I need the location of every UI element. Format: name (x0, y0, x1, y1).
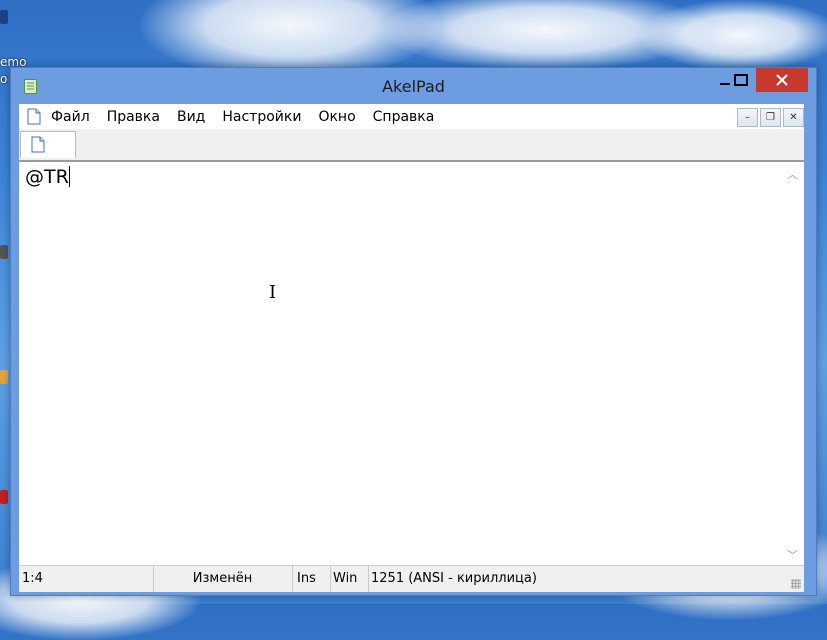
status-insert-mode[interactable]: Ins (294, 566, 331, 592)
resize-grip-icon[interactable] (791, 579, 801, 589)
window-title: AkelPad (382, 77, 445, 96)
document-tab[interactable] (20, 131, 76, 158)
document-icon[interactable] (27, 108, 41, 125)
desktop-icon[interactable] (0, 245, 8, 259)
scroll-up-icon[interactable]: ︿ (787, 166, 798, 182)
minimize-icon: – (745, 112, 750, 123)
status-modified: Изменён (153, 566, 293, 592)
restore-icon: ❐ (766, 112, 775, 123)
editor-content-line: @TR (25, 166, 70, 188)
desktop-icon-label: o (0, 72, 8, 86)
status-caret-position[interactable]: 1:4 (19, 566, 154, 592)
mdi-minimize-button[interactable]: – (737, 108, 758, 127)
status-encoding[interactable]: 1251 (ANSI - кириллица) (368, 566, 671, 592)
menu-file[interactable]: Файл (51, 109, 90, 125)
title-bar[interactable]: AkelPad (11, 68, 816, 104)
menu-settings[interactable]: Настройки (222, 109, 301, 125)
status-bar: 1:4 Изменён Ins Win 1251 (ANSI - кирилли… (19, 565, 804, 592)
sky-cloud (640, 0, 827, 70)
window-close-button[interactable] (756, 68, 808, 92)
text-editor[interactable]: @TR I ︿ ﹀ (19, 160, 804, 567)
close-icon (776, 74, 788, 86)
desktop-icon[interactable] (0, 370, 8, 384)
menu-window[interactable]: Окно (318, 109, 355, 125)
akelpad-window: AkelPad Файл Правка Вид Настройки Окно С… (10, 67, 817, 596)
document-icon (31, 136, 45, 153)
mdi-close-button[interactable]: ✕ (783, 108, 804, 127)
menu-help[interactable]: Справка (373, 109, 435, 125)
mdi-controls: – ❐ ✕ (737, 108, 804, 127)
ibeam-cursor-icon: I (269, 282, 277, 303)
close-icon: ✕ (789, 112, 798, 123)
menu-bar: Файл Правка Вид Настройки Окно Справка –… (19, 104, 804, 129)
status-newline-format[interactable]: Win (330, 566, 369, 592)
text-caret (68, 166, 70, 187)
mdi-restore-button[interactable]: ❐ (760, 108, 781, 127)
scroll-down-icon[interactable]: ﹀ (787, 547, 798, 563)
menu-view[interactable]: Вид (177, 109, 205, 125)
menu-edit[interactable]: Правка (107, 109, 160, 125)
desktop-icon[interactable] (0, 10, 8, 24)
maximize-icon (734, 74, 748, 86)
window-maximize-button[interactable] (727, 68, 755, 92)
desktop-icon[interactable] (0, 490, 8, 504)
document-tab-strip (19, 129, 804, 161)
editor-text: @TR (25, 166, 69, 188)
